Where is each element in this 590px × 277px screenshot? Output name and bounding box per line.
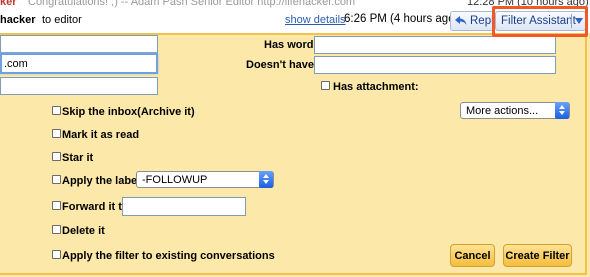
apply-label-checkbox[interactable] — [52, 175, 61, 184]
delete-label: Delete it — [62, 225, 105, 237]
apply-existing-label: Apply the filter to existing conversatio… — [62, 250, 275, 262]
label-select[interactable]: -FOLLOWUP — [136, 171, 274, 188]
doesnt-have-field[interactable] — [314, 56, 556, 74]
reply-button[interactable]: Reply — [450, 11, 499, 31]
more-actions-select[interactable]: More actions... — [460, 102, 570, 119]
has-words-label: Has word: — [264, 39, 318, 51]
mark-read-label: Mark it as read — [62, 129, 140, 141]
subject-field[interactable] — [0, 77, 158, 95]
apply-existing-checkbox[interactable] — [52, 250, 61, 259]
skip-inbox-checkbox[interactable] — [52, 106, 61, 115]
forward-address-field[interactable] — [122, 197, 246, 216]
create-filter-button[interactable]: Create Filter — [503, 244, 572, 267]
from-field[interactable] — [0, 35, 158, 53]
previous-preview: Congratulations! ;) -- Adam Pash Senior … — [28, 0, 356, 8]
previous-sender: ker — [0, 0, 17, 8]
message-time: 6:26 PM (4 hours ago) — [344, 13, 459, 25]
sender-name[interactable]: hacker — [0, 14, 35, 26]
star-checkbox[interactable] — [52, 152, 61, 161]
skip-inbox-label: Skip the inbox(Archive it) — [62, 106, 195, 118]
select-arrows-icon — [259, 171, 273, 188]
apply-label-label: Apply the label — [62, 175, 141, 187]
mark-read-checkbox[interactable] — [52, 129, 61, 138]
cancel-button[interactable]: Cancel — [450, 244, 495, 267]
delete-checkbox[interactable] — [52, 225, 61, 234]
annotation-highlight-box — [492, 6, 588, 37]
forward-label: Forward it to — [62, 201, 129, 213]
show-details-link[interactable]: show details — [285, 14, 346, 26]
select-arrows-icon — [555, 102, 569, 119]
recipient-text: to editor — [42, 14, 82, 26]
star-label: Star it — [62, 152, 94, 164]
has-words-field[interactable] — [314, 36, 556, 54]
to-field[interactable]: .com — [0, 53, 158, 74]
has-attachment-label: Has attachment: — [333, 81, 419, 93]
has-attachment-checkbox[interactable] — [321, 81, 330, 90]
reply-arrow-icon — [455, 16, 467, 25]
doesnt-have-label: Doesn't have: — [246, 59, 318, 71]
forward-checkbox[interactable] — [52, 201, 61, 210]
